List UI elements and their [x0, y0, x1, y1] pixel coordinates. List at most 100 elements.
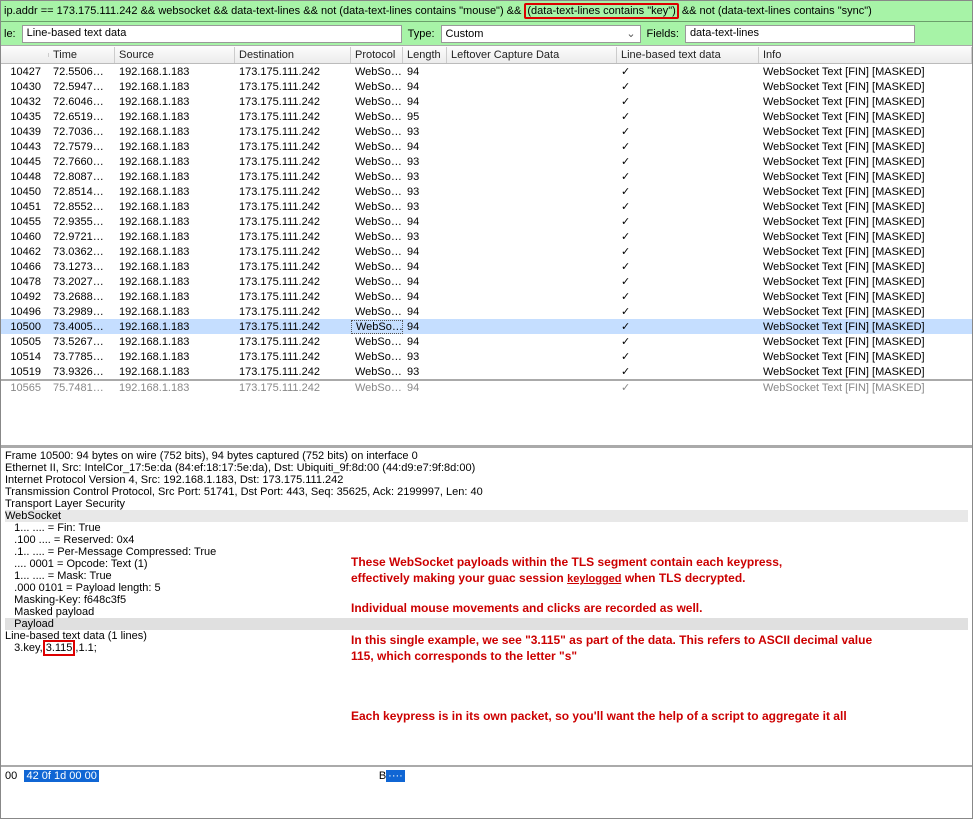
cell: 10448 — [1, 171, 49, 183]
cell: 10443 — [1, 141, 49, 153]
cell: 94 — [403, 336, 447, 348]
line-text-input[interactable]: Line-based text data — [22, 25, 402, 43]
cell: 173.175.111.242 — [235, 351, 351, 363]
cell: 72.9355… — [49, 216, 115, 228]
cell: 72.8087… — [49, 171, 115, 183]
cell: WebSo… — [351, 336, 403, 348]
detail-line[interactable]: Payload — [5, 618, 968, 630]
cell: 192.168.1.183 — [115, 336, 235, 348]
packet-row[interactable]: 1043572.6519…192.168.1.183173.175.111.24… — [1, 109, 972, 124]
cell: ✓ — [617, 381, 759, 394]
cell: 173.175.111.242 — [235, 156, 351, 168]
annotation: Individual mouse movements and clicks ar… — [351, 600, 941, 616]
cell: WebSo… — [351, 246, 403, 258]
detail-line[interactable]: WebSocket — [5, 510, 968, 522]
cell: WebSo… — [351, 231, 403, 243]
cell: 75.7481… — [49, 382, 115, 394]
cell: WebSo… — [351, 126, 403, 138]
cell: 10445 — [1, 156, 49, 168]
cell: 173.175.111.242 — [235, 111, 351, 123]
cell: WebSo… — [351, 261, 403, 273]
col-info[interactable]: Info — [759, 47, 972, 63]
detail-line[interactable]: Transport Layer Security — [5, 498, 968, 510]
cell: ✓ — [617, 305, 759, 318]
cell: WebSocket Text [FIN] [MASKED] — [759, 382, 972, 394]
packet-row[interactable]: 1050073.4005…192.168.1.183173.175.111.24… — [1, 319, 972, 334]
packet-row[interactable]: 1051473.7785…192.168.1.183173.175.111.24… — [1, 349, 972, 364]
cell: 10450 — [1, 186, 49, 198]
packet-row[interactable]: 1042772.5506…192.168.1.183173.175.111.24… — [1, 64, 972, 79]
packet-row[interactable]: 1044572.7660…192.168.1.183173.175.111.24… — [1, 154, 972, 169]
cell: 10455 — [1, 216, 49, 228]
col-proto[interactable]: Protocol — [351, 47, 403, 63]
packet-row[interactable]: 1043972.7036…192.168.1.183173.175.111.24… — [1, 124, 972, 139]
cell: 192.168.1.183 — [115, 126, 235, 138]
packet-list-pane[interactable]: Time Source Destination Protocol Length … — [1, 45, 972, 445]
cell: WebSocket Text [FIN] [MASKED] — [759, 186, 972, 198]
cell: 94 — [403, 141, 447, 153]
le-label: le: — [4, 28, 16, 40]
packet-row[interactable]: 1045072.8514…192.168.1.183173.175.111.24… — [1, 184, 972, 199]
packet-list-body[interactable]: 1042772.5506…192.168.1.183173.175.111.24… — [1, 64, 972, 445]
detail-line[interactable]: Ethernet II, Src: IntelCor_17:5e:da (84:… — [5, 462, 968, 474]
packet-row[interactable]: 1045572.9355…192.168.1.183173.175.111.24… — [1, 214, 972, 229]
col-line[interactable]: Line-based text data — [617, 47, 759, 63]
packet-row[interactable]: 1044372.7579…192.168.1.183173.175.111.24… — [1, 139, 972, 154]
packet-list-header[interactable]: Time Source Destination Protocol Length … — [1, 46, 972, 64]
cell: 173.175.111.242 — [235, 246, 351, 258]
hex-footer[interactable]: 00 42 0f 1d 00 00 B···· — [1, 765, 972, 785]
packet-row[interactable]: 1043272.6046…192.168.1.183173.175.111.24… — [1, 94, 972, 109]
type-combo[interactable]: Custom — [441, 25, 641, 43]
cell: 10492 — [1, 291, 49, 303]
detail-line[interactable]: Frame 10500: 94 bytes on wire (752 bits)… — [5, 450, 968, 462]
cell: 93 — [403, 126, 447, 138]
cell: WebSo… — [351, 382, 403, 394]
cell: WebSocket Text [FIN] [MASKED] — [759, 66, 972, 78]
col-len[interactable]: Length — [403, 47, 447, 63]
packet-row[interactable]: 1047873.2027…192.168.1.183173.175.111.24… — [1, 274, 972, 289]
col-time[interactable]: Time — [49, 47, 115, 63]
fields-input[interactable]: data-text-lines — [685, 25, 915, 43]
cell: 10466 — [1, 261, 49, 273]
packet-detail-pane[interactable]: Frame 10500: 94 bytes on wire (752 bits)… — [1, 445, 972, 765]
packet-row[interactable]: 1049273.2688…192.168.1.183173.175.111.24… — [1, 289, 972, 304]
annotation: In this single example, we see "3.115" a… — [351, 632, 941, 664]
cell: ✓ — [617, 290, 759, 303]
cell: WebSocket Text [FIN] [MASKED] — [759, 261, 972, 273]
packet-row[interactable]: 1049673.2989…192.168.1.183173.175.111.24… — [1, 304, 972, 319]
detail-line[interactable]: .100 .... = Reserved: 0x4 — [5, 534, 968, 546]
cell: 173.175.111.242 — [235, 186, 351, 198]
packet-row[interactable]: 1051973.9326…192.168.1.183173.175.111.24… — [1, 364, 972, 379]
detail-line[interactable]: 1... .... = Fin: True — [5, 522, 968, 534]
annotation: These WebSocket payloads within the TLS … — [351, 554, 941, 587]
packet-row[interactable]: 1044872.8087…192.168.1.183173.175.111.24… — [1, 169, 972, 184]
cell: 72.5506… — [49, 66, 115, 78]
cell: 72.8514… — [49, 186, 115, 198]
packet-row[interactable]: 1046673.1273…192.168.1.183173.175.111.24… — [1, 259, 972, 274]
cell: 192.168.1.183 — [115, 66, 235, 78]
packet-row[interactable]: 1050573.5267…192.168.1.183173.175.111.24… — [1, 334, 972, 349]
cell: 73.2027… — [49, 276, 115, 288]
col-left[interactable]: Leftover Capture Data — [447, 47, 617, 63]
packet-row[interactable]: 1056575.7481…192.168.1.183173.175.111.24… — [1, 379, 972, 394]
cell: 73.2989… — [49, 306, 115, 318]
col-src[interactable]: Source — [115, 47, 235, 63]
cell: 10519 — [1, 366, 49, 378]
packet-row[interactable]: 1046072.9721…192.168.1.183173.175.111.24… — [1, 229, 972, 244]
detail-line[interactable]: Internet Protocol Version 4, Src: 192.16… — [5, 474, 968, 486]
packet-row[interactable]: 1046273.0362…192.168.1.183173.175.111.24… — [1, 244, 972, 259]
fields-label: Fields: — [647, 28, 679, 40]
packet-row[interactable]: 1045172.8552…192.168.1.183173.175.111.24… — [1, 199, 972, 214]
cell: WebSo… — [351, 291, 403, 303]
cell: 73.0362… — [49, 246, 115, 258]
cell: 93 — [403, 201, 447, 213]
detail-line[interactable]: Transmission Control Protocol, Src Port:… — [5, 486, 968, 498]
cell: 73.7785… — [49, 351, 115, 363]
col-no[interactable] — [1, 53, 49, 57]
col-dst[interactable]: Destination — [235, 47, 351, 63]
cell: 73.9326… — [49, 366, 115, 378]
display-filter-bar[interactable]: ip.addr == 173.175.111.242 && websocket … — [1, 1, 972, 21]
packet-row[interactable]: 1043072.5947…192.168.1.183173.175.111.24… — [1, 79, 972, 94]
cell: 173.175.111.242 — [235, 382, 351, 394]
chevron-down-icon — [626, 27, 635, 40]
